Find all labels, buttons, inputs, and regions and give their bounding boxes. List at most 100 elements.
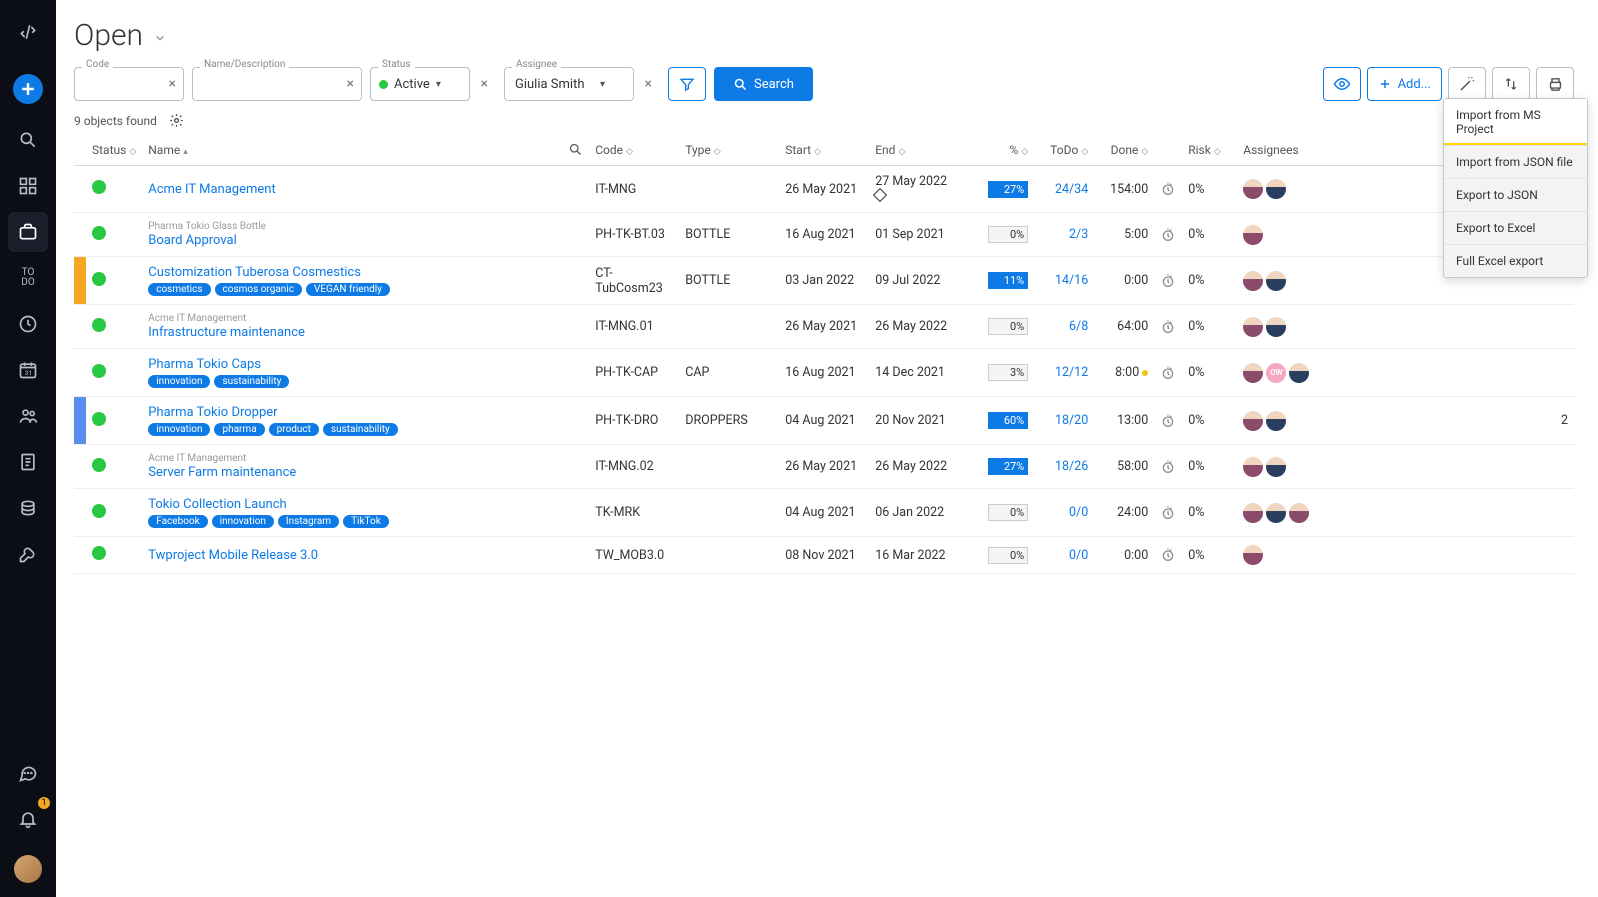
tag[interactable]: cosmos organic bbox=[215, 283, 302, 296]
view-button[interactable] bbox=[1323, 67, 1361, 101]
gear-icon[interactable] bbox=[169, 113, 184, 128]
avatar[interactable] bbox=[1266, 179, 1286, 199]
add-button[interactable] bbox=[13, 74, 43, 104]
project-link[interactable]: Infrastructure maintenance bbox=[148, 325, 305, 340]
print-button[interactable] bbox=[1536, 67, 1574, 101]
avatar[interactable] bbox=[1243, 225, 1263, 245]
cell-extra[interactable] bbox=[1347, 489, 1574, 537]
cell-extra[interactable] bbox=[1347, 537, 1574, 574]
avatar[interactable] bbox=[1266, 317, 1286, 337]
import-export-button[interactable] bbox=[1492, 67, 1530, 101]
project-link[interactable]: Server Farm maintenance bbox=[148, 465, 296, 480]
project-link[interactable]: Tokio Collection Launch bbox=[148, 497, 286, 512]
todo-link[interactable]: 14/16 bbox=[1055, 273, 1088, 288]
col-start[interactable]: Start◇ bbox=[779, 134, 869, 166]
timer-icon[interactable] bbox=[1160, 413, 1176, 429]
clear-icon[interactable]: × bbox=[347, 76, 354, 92]
timer-icon[interactable] bbox=[1160, 227, 1176, 243]
dropdown-item[interactable]: Import from MS Project bbox=[1444, 99, 1587, 146]
logo-icon[interactable] bbox=[8, 12, 48, 52]
search-icon[interactable] bbox=[8, 120, 48, 160]
timer-icon[interactable] bbox=[1160, 365, 1176, 381]
dropdown-item[interactable]: Export to Excel bbox=[1444, 212, 1587, 245]
col-code[interactable]: Code◇ bbox=[589, 134, 679, 166]
avatar[interactable] bbox=[1289, 363, 1309, 383]
avatar[interactable] bbox=[1289, 503, 1309, 523]
clear-icon[interactable]: × bbox=[481, 76, 488, 92]
dropdown-item[interactable]: Import from JSON file bbox=[1444, 146, 1587, 179]
code-input[interactable] bbox=[74, 67, 184, 101]
avatar[interactable] bbox=[1266, 503, 1286, 523]
col-search-icon[interactable] bbox=[562, 134, 589, 166]
projects-icon[interactable] bbox=[8, 212, 48, 252]
timer-icon[interactable] bbox=[1160, 319, 1176, 335]
project-link[interactable]: Pharma Tokio Dropper bbox=[148, 405, 277, 420]
avatar[interactable] bbox=[1266, 457, 1286, 477]
tag[interactable]: Instagram bbox=[278, 515, 339, 528]
clear-icon[interactable]: × bbox=[645, 76, 652, 92]
todo-link[interactable]: 2/3 bbox=[1069, 227, 1088, 242]
avatar[interactable] bbox=[1243, 457, 1263, 477]
todo-link[interactable]: 18/20 bbox=[1055, 413, 1088, 428]
tag[interactable]: innovation bbox=[148, 375, 210, 388]
tag[interactable]: VEGAN friendly bbox=[306, 283, 390, 296]
chat-icon[interactable] bbox=[8, 753, 48, 793]
avatar[interactable]: OW bbox=[1266, 363, 1286, 383]
clear-icon[interactable]: × bbox=[169, 76, 176, 92]
table-row[interactable]: Pharma Tokio Dropper innovation pharma pro… bbox=[74, 397, 1574, 445]
timer-icon[interactable] bbox=[1160, 273, 1176, 289]
col-status[interactable]: Status◇ bbox=[86, 134, 142, 166]
add-menu-button[interactable]: Add... bbox=[1367, 67, 1442, 101]
tag[interactable]: product bbox=[269, 423, 319, 436]
cell-extra[interactable] bbox=[1347, 445, 1574, 489]
col-todo[interactable]: ToDo◇ bbox=[1034, 134, 1094, 166]
name-input[interactable] bbox=[192, 67, 362, 101]
cell-extra[interactable]: 2 bbox=[1347, 397, 1574, 445]
todo-link[interactable]: 18/26 bbox=[1055, 459, 1088, 474]
document-icon[interactable] bbox=[8, 442, 48, 482]
timer-icon[interactable] bbox=[1160, 505, 1176, 521]
timer-icon[interactable] bbox=[1160, 547, 1176, 563]
tag[interactable]: pharma bbox=[214, 423, 264, 436]
col-end[interactable]: End◇ bbox=[869, 134, 969, 166]
tag[interactable]: innovation bbox=[148, 423, 210, 436]
avatar[interactable] bbox=[1243, 411, 1263, 431]
avatar[interactable] bbox=[1243, 363, 1263, 383]
todo-link[interactable]: 12/12 bbox=[1055, 365, 1088, 380]
project-link[interactable]: Twproject Mobile Release 3.0 bbox=[148, 548, 318, 563]
dropdown-item[interactable]: Export to JSON bbox=[1444, 179, 1587, 212]
dropdown-item[interactable]: Full Excel export bbox=[1444, 245, 1587, 277]
search-button[interactable]: Search bbox=[714, 67, 813, 101]
avatar[interactable] bbox=[1243, 179, 1263, 199]
col-name[interactable]: Name▴ bbox=[142, 134, 562, 166]
tools-icon[interactable] bbox=[8, 534, 48, 574]
avatar[interactable] bbox=[1266, 271, 1286, 291]
cell-extra[interactable] bbox=[1347, 349, 1574, 397]
todo-link[interactable]: 0/0 bbox=[1069, 505, 1088, 520]
project-link[interactable]: Board Approval bbox=[148, 233, 237, 248]
filter-button[interactable] bbox=[668, 67, 706, 101]
wand-button[interactable] bbox=[1448, 67, 1486, 101]
table-row[interactable]: Tokio Collection Launch Facebook innovati… bbox=[74, 489, 1574, 537]
col-risk[interactable]: Risk◇ bbox=[1182, 134, 1237, 166]
table-row[interactable]: Customization Tuberosa Cosmestics cosmet… bbox=[74, 257, 1574, 305]
clock-icon[interactable] bbox=[8, 304, 48, 344]
project-link[interactable]: Pharma Tokio Caps bbox=[148, 357, 261, 372]
table-row[interactable]: Acme IT Management Server Farm maintenan… bbox=[74, 445, 1574, 489]
col-type[interactable]: Type◇ bbox=[679, 134, 779, 166]
avatar[interactable] bbox=[1266, 411, 1286, 431]
col-done[interactable]: Done◇ bbox=[1094, 134, 1154, 166]
table-row[interactable]: Twproject Mobile Release 3.0 TW_MOB3.0 0… bbox=[74, 537, 1574, 574]
cost-icon[interactable] bbox=[8, 488, 48, 528]
tag[interactable]: innovation bbox=[212, 515, 274, 528]
assignee-select[interactable]: Giulia Smith ▾ bbox=[504, 67, 634, 101]
todo-link[interactable]: 6/8 bbox=[1069, 319, 1088, 334]
avatar[interactable] bbox=[1243, 545, 1263, 565]
dashboard-icon[interactable] bbox=[8, 166, 48, 206]
cell-extra[interactable] bbox=[1347, 305, 1574, 349]
todo-link[interactable]: 0/0 bbox=[1069, 548, 1088, 563]
avatar[interactable] bbox=[1243, 271, 1263, 291]
bell-icon[interactable] bbox=[8, 799, 48, 839]
avatar[interactable] bbox=[1243, 317, 1263, 337]
tag[interactable]: Facebook bbox=[148, 515, 207, 528]
